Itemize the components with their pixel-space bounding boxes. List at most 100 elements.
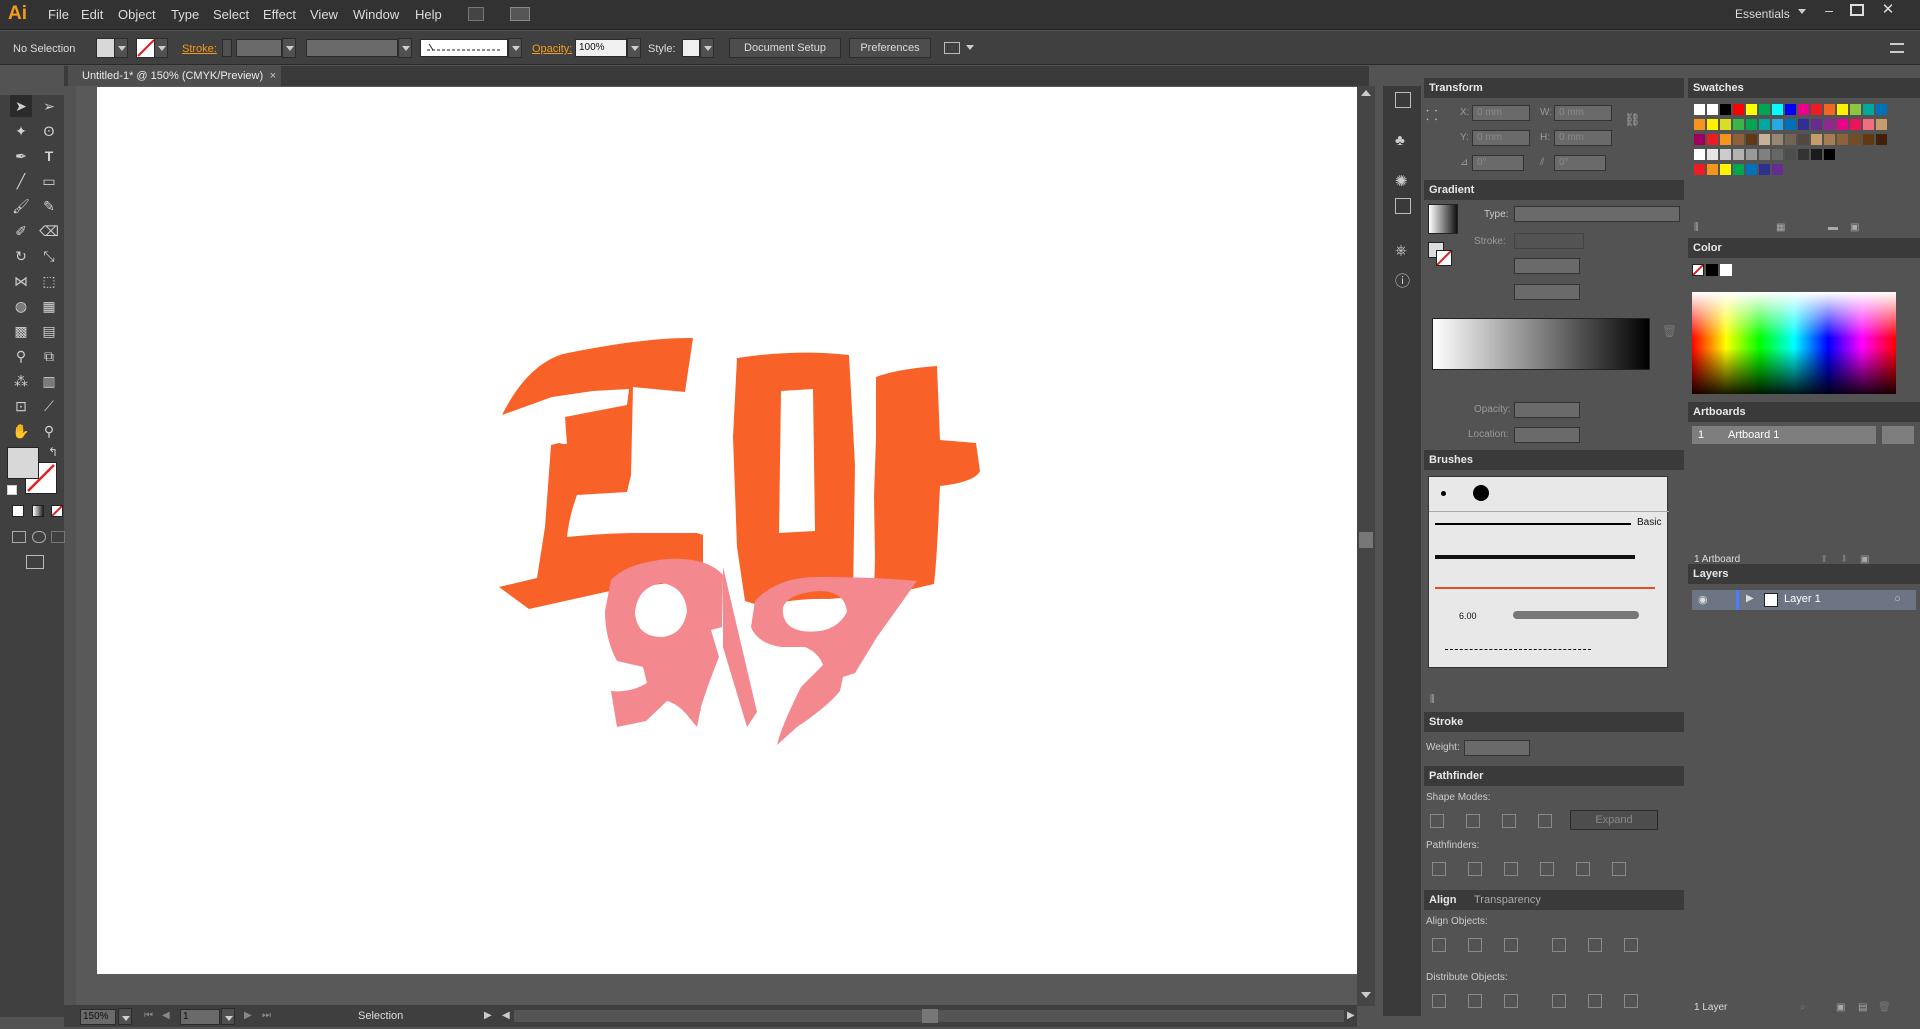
artboard-number-field[interactable]: 1 [180, 1009, 220, 1025]
color-none-icon[interactable] [1692, 264, 1704, 276]
menu-file[interactable]: File [48, 7, 69, 22]
color-swatch[interactable] [1785, 149, 1796, 160]
variable-width-profile[interactable] [306, 39, 398, 57]
menu-edit[interactable]: Edit [81, 7, 103, 22]
color-swatch[interactable] [1759, 149, 1770, 160]
color-swatch[interactable] [1811, 119, 1822, 130]
color-swatch[interactable] [1798, 119, 1809, 130]
outline-icon[interactable] [1576, 862, 1590, 876]
selection-tool-icon[interactable]: ➤ [10, 95, 32, 117]
color-swatch[interactable] [1824, 104, 1835, 115]
new-sublayer-icon[interactable]: ▣ [1836, 1002, 1845, 1013]
artboard-dropdown[interactable] [221, 1008, 235, 1025]
color-swatch[interactable] [1694, 149, 1705, 160]
screen-mode-icon[interactable] [26, 555, 44, 569]
default-colors-icon[interactable] [7, 485, 17, 495]
menu-object[interactable]: Object [118, 7, 156, 22]
basic-brush-stroke[interactable] [1435, 523, 1631, 525]
layer-row[interactable]: ◉ ▶ Layer 1 ○ [1692, 590, 1916, 610]
layers-panel-header[interactable]: Layers [1688, 564, 1920, 584]
graphic-style-swatch[interactable] [682, 39, 700, 57]
zoom-tool-icon[interactable]: ⚲ [38, 420, 60, 442]
color-white-icon[interactable] [1720, 264, 1732, 276]
reference-point-icon[interactable]: ⸬ [1426, 106, 1446, 126]
color-swatch[interactable] [1785, 104, 1796, 115]
zoom-field[interactable]: 150% [80, 1009, 116, 1025]
color-swatch[interactable] [1720, 104, 1731, 115]
profile-dropdown[interactable] [398, 38, 412, 58]
zoom-dropdown[interactable] [118, 1008, 132, 1025]
document-tab[interactable]: Untitled-1* @ 150% (CMYK/Preview) × [68, 66, 282, 86]
color-swatch[interactable] [1798, 149, 1809, 160]
color-spectrum[interactable] [1692, 292, 1896, 394]
align-vertical-center-icon[interactable] [1588, 938, 1602, 952]
artboard-tool-icon[interactable]: ⊡ [10, 395, 32, 417]
stroke-weight-field[interactable] [236, 39, 282, 57]
color-swatch[interactable] [1850, 119, 1861, 130]
minimize-icon[interactable]: – [1822, 3, 1836, 18]
new-swatch-icon[interactable]: ▣ [1850, 222, 1859, 233]
align-panel-header[interactable]: Align Transparency [1424, 890, 1684, 910]
color-swatch[interactable] [1733, 149, 1744, 160]
artwork-top-orange-shape[interactable] [499, 337, 1010, 617]
color-swatch[interactable] [1707, 119, 1718, 130]
shape-builder-tool-icon[interactable]: ◍ [10, 295, 32, 317]
minus-back-icon[interactable] [1612, 862, 1626, 876]
color-swatch[interactable] [1694, 119, 1705, 130]
distribute-bottom-icon[interactable] [1504, 994, 1518, 1008]
color-swatch[interactable] [1759, 134, 1770, 145]
artboard-panel-icon[interactable] [1395, 92, 1411, 108]
color-swatch[interactable] [1746, 104, 1757, 115]
color-swatch[interactable] [1720, 134, 1731, 145]
new-layer-icon[interactable]: ▤ [1858, 1002, 1867, 1013]
slice-tool-icon[interactable]: ⟋ [38, 395, 60, 417]
brush-dropdown[interactable] [508, 38, 522, 58]
y-field[interactable]: 0 mm [1472, 130, 1530, 146]
direct-selection-tool-icon[interactable]: ➢ [38, 95, 60, 117]
paintbrush-tool-icon[interactable]: 🖌 [10, 195, 32, 217]
color-swatch[interactable] [1694, 134, 1705, 145]
draw-normal-icon[interactable] [12, 531, 26, 543]
distribute-horizontal-center-icon[interactable] [1588, 994, 1602, 1008]
exclude-icon[interactable] [1538, 814, 1552, 828]
scroll-right-icon[interactable]: ▶ [1347, 1010, 1355, 1021]
stroke-color-dropdown[interactable] [154, 38, 168, 58]
type-tool-icon[interactable]: T [38, 145, 60, 167]
color-swatch[interactable] [1720, 164, 1731, 175]
color-swatch[interactable] [1798, 104, 1809, 115]
align-horizontal-center-icon[interactable] [1468, 938, 1482, 952]
navigator-panel-icon[interactable]: ⎈ [1395, 242, 1407, 259]
distribute-vertical-center-icon[interactable] [1468, 994, 1482, 1008]
pencil-tool-icon[interactable]: ✎ [38, 195, 60, 217]
color-swatch[interactable] [1850, 104, 1861, 115]
color-swatch[interactable] [1707, 149, 1718, 160]
color-swatch[interactable] [1798, 134, 1809, 145]
bristle-brush-stroke[interactable] [1513, 611, 1639, 619]
artboard[interactable] [97, 87, 1359, 974]
info-panel-icon[interactable]: ⓘ [1395, 270, 1410, 291]
brush-dot-small[interactable] [1441, 491, 1446, 496]
mesh-tool-icon[interactable]: ▩ [10, 320, 32, 342]
gradient-tool-icon[interactable]: ▤ [38, 320, 60, 342]
vertical-scrollbar[interactable] [1357, 86, 1375, 1006]
brushes-panel-header[interactable]: Brushes [1424, 450, 1684, 470]
rotate-tool-icon[interactable]: ↻ [10, 245, 32, 267]
arrange-icon[interactable] [944, 42, 960, 54]
transparency-tab[interactable]: Transparency [1474, 890, 1541, 910]
distribute-right-icon[interactable] [1624, 994, 1638, 1008]
fill-dropdown[interactable] [114, 38, 128, 58]
align-left-icon[interactable] [1432, 938, 1446, 952]
color-swatch[interactable] [1785, 134, 1796, 145]
gradient-type-select[interactable] [1514, 206, 1680, 222]
pen-tool-icon[interactable]: ✒ [10, 145, 32, 167]
color-swatch[interactable] [1811, 104, 1822, 115]
color-swatch[interactable] [1824, 149, 1835, 160]
brush-dot-large[interactable] [1473, 485, 1489, 501]
brush-libraries-icon[interactable]: ⫼ [1430, 694, 1435, 705]
perspective-grid-tool-icon[interactable]: ▦ [38, 295, 60, 317]
visibility-eye-icon[interactable]: ◉ [1698, 593, 1708, 606]
blob-brush-tool-icon[interactable]: ✐ [10, 220, 32, 242]
opacity-label[interactable]: Opacity: [532, 43, 572, 55]
menu-window[interactable]: Window [353, 7, 399, 22]
color-swatch[interactable] [1876, 104, 1887, 115]
